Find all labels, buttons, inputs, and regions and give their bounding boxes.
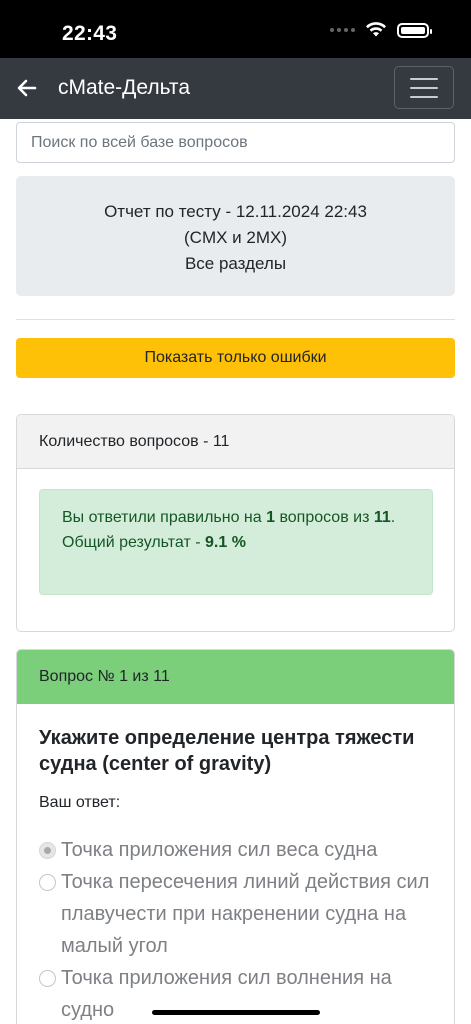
signal-icon bbox=[330, 28, 355, 32]
result-percent: 9.1 % bbox=[205, 534, 246, 551]
menu-icon-bar bbox=[410, 86, 438, 89]
answer-option[interactable]: Точка пересечения линий действия сил пла… bbox=[39, 866, 439, 962]
search-input[interactable] bbox=[16, 122, 455, 163]
radio-selected-icon[interactable] bbox=[39, 842, 56, 859]
radio-icon[interactable] bbox=[39, 874, 56, 891]
status-icons bbox=[330, 22, 432, 38]
report-info: Отчет по тесту - 12.11.2024 22:43 (CMX и… bbox=[16, 176, 455, 296]
correct-answers-text: Вы ответили правильно на 1 вопросов из 1… bbox=[62, 509, 396, 526]
correct-count: 1 bbox=[266, 509, 275, 526]
result-alert: Вы ответили правильно на 1 вопросов из 1… bbox=[39, 489, 433, 595]
app-title: cMate-Дельта bbox=[58, 76, 190, 99]
home-indicator bbox=[152, 1010, 320, 1015]
status-time: 22:43 bbox=[62, 22, 118, 45]
status-bar: 22:43 bbox=[0, 0, 471, 58]
menu-icon-bar bbox=[410, 95, 438, 98]
divider bbox=[16, 319, 455, 320]
battery-icon bbox=[397, 22, 432, 38]
navbar: cMate-Дельта bbox=[0, 58, 471, 119]
your-answer-label: Ваш ответ: bbox=[39, 794, 121, 811]
question-text: Укажите определение центра тяжести судна… bbox=[39, 727, 415, 775]
menu-button[interactable] bbox=[394, 66, 454, 109]
radio-icon[interactable] bbox=[39, 970, 56, 987]
answer-option-label: Точка приложения сил веса судна bbox=[61, 839, 378, 861]
question-count: Количество вопросов - 11 bbox=[17, 415, 454, 469]
menu-icon-bar bbox=[410, 77, 438, 80]
wifi-icon bbox=[366, 22, 386, 37]
answer-option[interactable]: Точка приложения сил веса судна bbox=[39, 834, 439, 866]
report-title: Отчет по тесту - 12.11.2024 22:43 bbox=[104, 202, 367, 221]
overall-result: Общий результат - 9.1 % bbox=[62, 534, 246, 551]
report-sections: Все разделы bbox=[184, 254, 287, 273]
back-arrow-icon[interactable] bbox=[16, 75, 38, 101]
summary-card: Количество вопросов - 11 Вы ответили пра… bbox=[16, 414, 455, 632]
question-card: Вопрос № 1 из 11 Укажите определение цен… bbox=[16, 649, 455, 1024]
total-count: 11 bbox=[373, 509, 391, 526]
answer-options: Точка приложения сил веса судна Точка пе… bbox=[39, 834, 439, 1024]
report-exam-type: (CMX и 2MX) bbox=[184, 228, 287, 247]
question-number: Вопрос № 1 из 11 bbox=[17, 650, 454, 704]
answer-option-label: Точка пересечения линий действия сил пла… bbox=[61, 871, 430, 957]
show-errors-button[interactable]: Показать только ошибки bbox=[16, 338, 455, 378]
